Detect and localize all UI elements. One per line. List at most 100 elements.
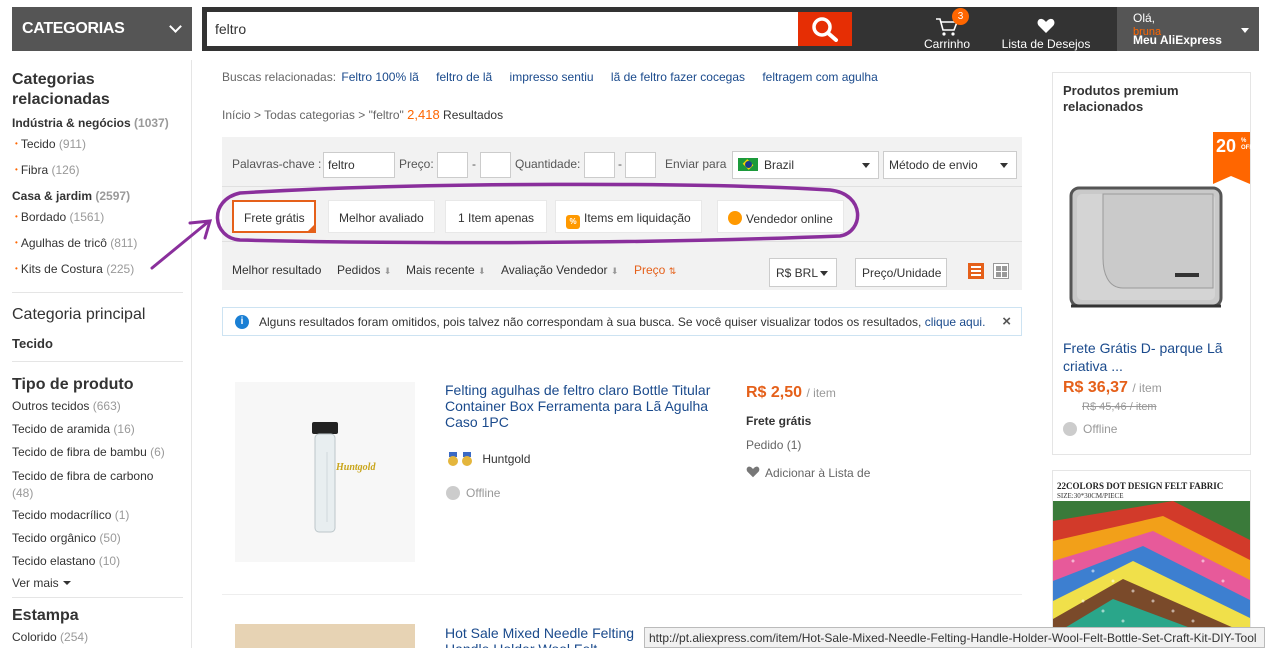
close-icon[interactable]: × — [1002, 313, 1011, 330]
sort-newest[interactable]: Mais recente ⬇ — [406, 263, 486, 277]
caret-down-icon — [820, 271, 828, 276]
sort-orders[interactable]: Pedidos ⬇ — [337, 263, 391, 277]
sort-row: Melhor resultado Pedidos ⬇ Mais recente … — [222, 243, 1022, 290]
seller-info[interactable]: Huntgold — [447, 452, 530, 466]
category-bordado[interactable]: Bordado (1561) — [15, 210, 104, 224]
related-link[interactable]: feltragem com agulha — [762, 70, 877, 84]
premium-title: Produtos premium relacionados — [1063, 83, 1179, 114]
premium-old-price: R$ 45,46 / item — [1082, 401, 1157, 413]
product-title[interactable]: Felting agulhas de feltro claro Bottle T… — [445, 382, 725, 430]
category-industry[interactable]: Indústria & negócios (1037) — [12, 116, 169, 130]
sort-seller-rating[interactable]: Avaliação Vendedor ⬇ — [501, 263, 618, 277]
quantity-label: Quantidade: — [515, 157, 581, 171]
sort-best-match[interactable]: Melhor resultado — [232, 263, 321, 277]
category-tecido[interactable]: Tecido (911) — [15, 137, 86, 151]
breadcrumb-home[interactable]: Início — [222, 108, 251, 122]
main-category-value[interactable]: Tecido — [12, 336, 53, 351]
wishlist-link[interactable]: Lista de Desejos — [1000, 15, 1092, 51]
account-menu[interactable]: Olá, bruna Meu AliExpress — [1117, 7, 1259, 51]
heart-icon — [1037, 18, 1055, 33]
breadcrumb-query: "feltro" — [368, 108, 404, 122]
price-label: Preço: — [399, 157, 434, 171]
arrow-down-icon: ⬇ — [478, 266, 486, 276]
categories-button[interactable]: CATEGORIAS — [12, 7, 192, 51]
premium-product-image[interactable] — [1063, 178, 1233, 328]
caret-down-icon — [62, 581, 71, 585]
shipping-method-select[interactable]: Método de envio — [883, 151, 1017, 179]
product-divider — [222, 594, 1022, 595]
related-link[interactable]: feltro de lã — [436, 70, 492, 84]
price-max-input[interactable] — [480, 152, 511, 178]
banner-subtitle: SIZE:30*30CM/PIECE — [1057, 492, 1124, 500]
filter-row-inputs: Palavras-chave : feltro Preço: - Quantid… — [222, 137, 1022, 187]
caret-down-icon — [1000, 163, 1008, 168]
ship-to-label: Enviar para — [665, 157, 727, 171]
online-status-icon — [728, 211, 742, 225]
search-icon — [812, 17, 838, 42]
keyword-label: Palavras-chave : — [232, 157, 322, 171]
country-select[interactable]: Brazil — [732, 151, 879, 179]
felt-fabric-banner[interactable]: 22COLORS DOT DESIGN FELT FABRIC SIZE:30*… — [1052, 470, 1251, 648]
product-title[interactable]: Hot Sale Mixed Needle Felting Handle Hol… — [445, 625, 645, 648]
sidebar: Categorias relacionadas Indústria & negó… — [0, 60, 192, 648]
related-categories-title: Categorias relacionadas — [12, 71, 110, 108]
qty-max-input[interactable] — [625, 152, 656, 178]
divider — [12, 597, 183, 598]
category-fibra[interactable]: Fibra (126) — [15, 163, 80, 177]
filter-row-chips: Frete grátis Melhor avaliado 1 Item apen… — [222, 188, 1022, 242]
related-link[interactable]: impresso sentiu — [510, 70, 594, 84]
medal-icon — [461, 452, 473, 466]
online-seller-chip[interactable]: Vendedor online — [717, 200, 844, 233]
type-item[interactable]: Tecido de fibra de carbono (48) — [12, 468, 172, 502]
single-item-chip[interactable]: 1 Item apenas — [445, 200, 548, 233]
my-account-label: Meu AliExpress — [1133, 33, 1222, 47]
category-kits[interactable]: Kits de Costura (225) — [15, 262, 134, 276]
type-item[interactable]: Tecido de aramida (16) — [12, 422, 135, 436]
omitted-results-notice: i Alguns resultados foram omitidos, pois… — [222, 307, 1022, 336]
currency-select[interactable]: R$ BRL — [769, 258, 837, 287]
add-to-wishlist[interactable]: Adicionar à Lista de — [746, 466, 870, 480]
show-all-link[interactable]: clique aqui. — [925, 315, 986, 329]
category-home-garden[interactable]: Casa & jardim (2597) — [12, 189, 130, 203]
type-item[interactable]: Outros tecidos (663) — [12, 399, 121, 413]
dash: - — [618, 157, 622, 171]
sale-items-chip[interactable]: % Items em liquidação — [555, 200, 702, 233]
arrow-down-icon: ⬇ — [610, 266, 619, 276]
medal-icon — [447, 452, 459, 466]
premium-seller-status: Offline — [1063, 422, 1117, 436]
product-image[interactable] — [235, 624, 415, 648]
breadcrumb-all[interactable]: Todas categorias — [264, 108, 355, 122]
product-price: R$ 2,50 / item — [746, 384, 836, 401]
filter-panel: Palavras-chave : feltro Preço: - Quantid… — [222, 137, 1022, 290]
grid-view-icon[interactable] — [993, 263, 1009, 279]
qty-min-input[interactable] — [584, 152, 615, 178]
category-agulhas[interactable]: Agulhas de tricô (811) — [15, 236, 138, 250]
top-rated-chip[interactable]: Melhor avaliado — [328, 200, 435, 233]
unit-price-button[interactable]: Preço/Unidade — [855, 258, 947, 287]
related-link[interactable]: lã de feltro fazer cocegas — [611, 70, 745, 84]
type-item[interactable]: Tecido de fibra de bambu (6) — [12, 445, 165, 459]
cart-link[interactable]: 3 Carrinho — [922, 8, 972, 51]
see-more-link[interactable]: Ver mais — [12, 576, 71, 590]
list-view-icon[interactable] — [968, 263, 984, 279]
free-shipping-chip[interactable]: Frete grátis — [232, 200, 316, 233]
related-link[interactable]: Feltro 100% lã — [341, 70, 418, 84]
print-item[interactable]: Colorido (254) — [12, 630, 88, 644]
search-button[interactable] — [798, 12, 852, 46]
breadcrumb: Início > Todas categorias > "feltro" 2,4… — [222, 107, 503, 122]
breadcrumb-sep: > — [254, 108, 262, 122]
cart-label: Carrinho — [923, 37, 971, 51]
sort-price[interactable]: Preço ⇅ — [634, 263, 676, 277]
product-image-watermark: Huntgold — [336, 462, 376, 473]
shipping-method-value: Método de envio — [889, 158, 978, 172]
greeting: Olá, — [1133, 11, 1156, 25]
type-item[interactable]: Tecido orgânico (50) — [12, 531, 121, 545]
keyword-input[interactable]: feltro — [323, 152, 395, 178]
premium-item-title[interactable]: Frete Grátis D- parque Lã criativa ... — [1063, 339, 1238, 375]
sort-arrows-icon: ⇅ — [668, 266, 677, 276]
price-min-input[interactable] — [437, 152, 468, 178]
product-image[interactable]: Huntgold — [235, 382, 415, 562]
search-input[interactable] — [207, 12, 799, 46]
type-item[interactable]: Tecido modacrílico (1) — [12, 508, 129, 522]
type-item[interactable]: Tecido elastano (10) — [12, 554, 120, 568]
